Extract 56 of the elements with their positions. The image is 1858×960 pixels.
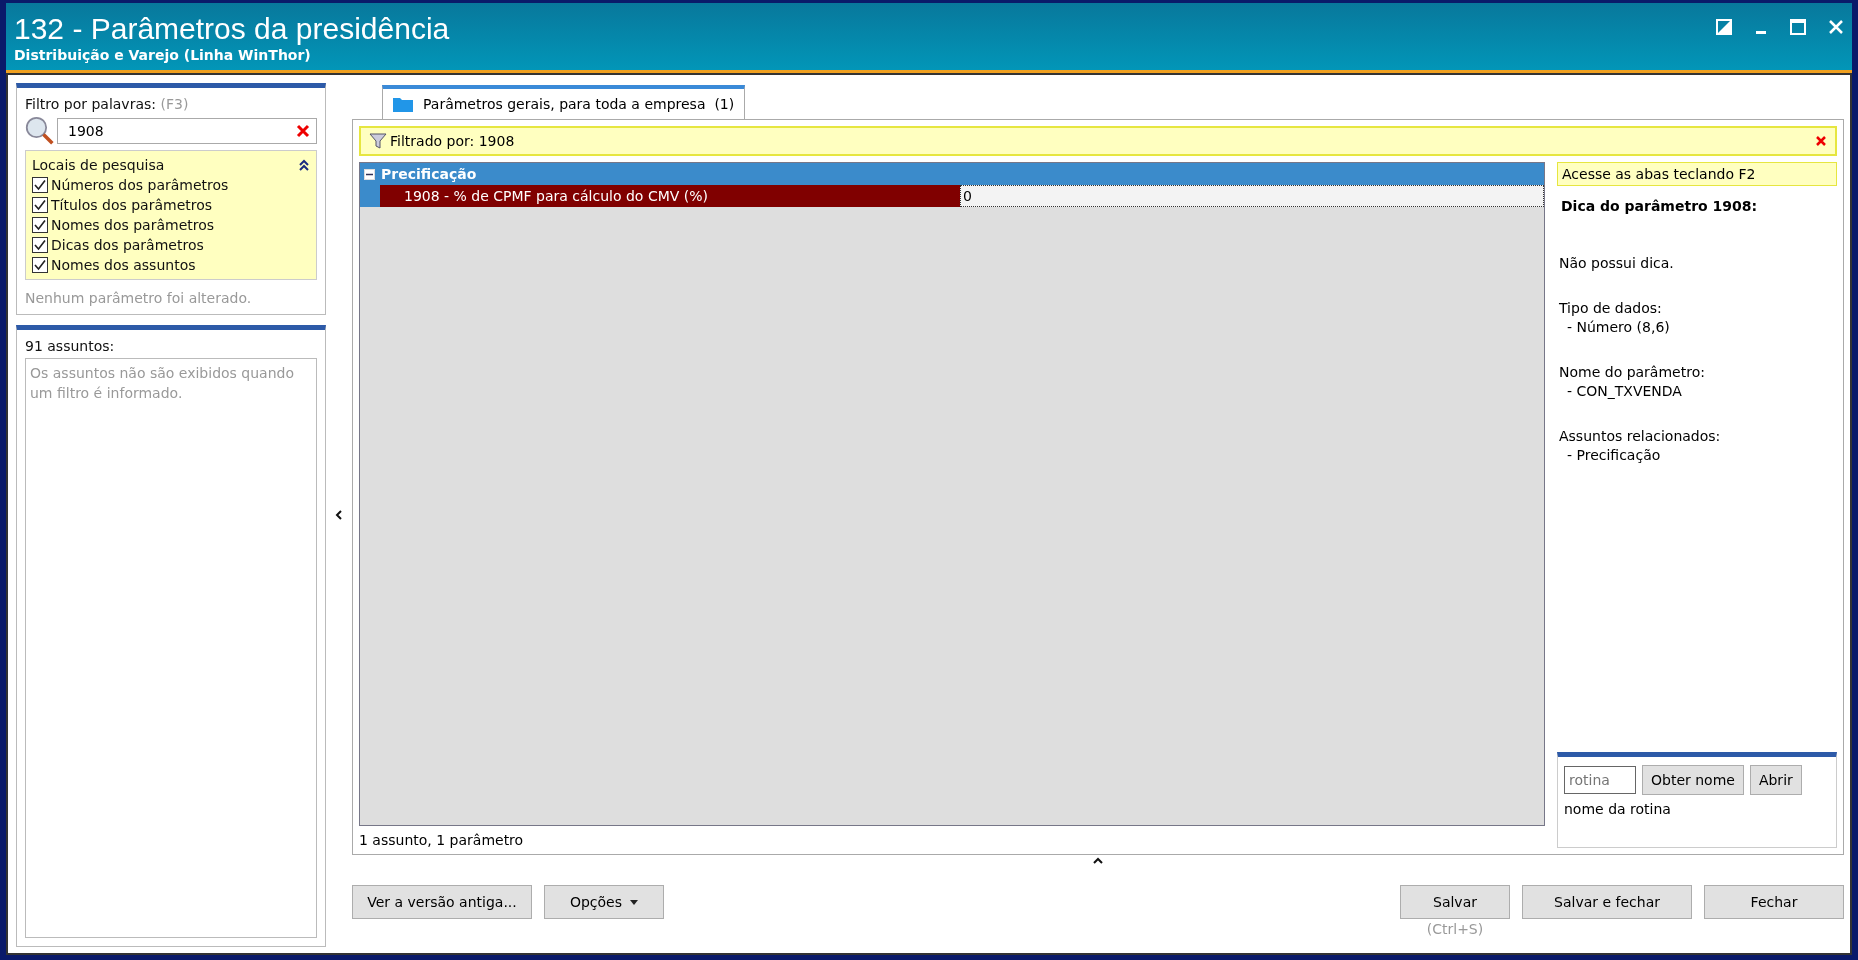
filter-bar-label: Filtrado por: 1908: [390, 133, 515, 149]
change-status: Nenhum parâmetro foi alterado.: [25, 290, 253, 306]
clear-icon[interactable]: [296, 124, 310, 138]
caret-icon: [630, 899, 639, 905]
info-label: Tipo de dados:: [1559, 299, 1663, 318]
routine-name: nome da rotina: [1564, 801, 1672, 817]
checkbox-label: Títulos dos parâmetros: [51, 197, 213, 213]
maximize-icon[interactable]: [1790, 19, 1806, 35]
action-button[interactable]: Salvar e fechar: [1522, 885, 1692, 919]
checkbox[interactable]: [32, 177, 48, 193]
search-field[interactable]: 1908: [57, 118, 317, 144]
window-subtitle: Distribuição e Varejo (Linha WinThor): [14, 47, 312, 63]
info-value: - CON_TXVENDA: [1567, 382, 1683, 401]
checkbox-label: Dicas dos parâmetros: [51, 237, 204, 253]
keyboard-hint: Acesse as abas teclando F2: [1557, 162, 1837, 186]
checkbox[interactable]: [32, 257, 48, 273]
tip-text: Não possui dica.: [1559, 254, 1675, 273]
routine-button[interactable]: Obter nome: [1642, 765, 1744, 795]
action-button[interactable]: Salvar: [1400, 885, 1510, 919]
parameter-name[interactable]: 1908 - % de CPMF para cálculo do CMV (%): [380, 185, 960, 207]
parameter-value[interactable]: 0: [960, 185, 1544, 207]
window-title: 132 - Parâmetros da presidência: [14, 11, 450, 47]
checkbox-label: Nomes dos assuntos: [51, 257, 196, 273]
checkbox[interactable]: [32, 217, 48, 233]
checkbox-label: Números dos parâmetros: [51, 177, 229, 193]
options-dropdown[interactable]: Opções: [544, 885, 664, 919]
filter-label: Filtro por palavras: (F3): [25, 96, 190, 112]
routine-button[interactable]: Abrir: [1749, 765, 1802, 795]
funnel-icon: [369, 132, 387, 150]
tab[interactable]: Parâmetros gerais, para toda a empresa (1): [382, 85, 746, 119]
search-icon: [25, 116, 55, 146]
info-label: Nome do parâmetro:: [1559, 363, 1706, 382]
tab-label: Parâmetros gerais, para toda a empresa (1): [423, 96, 735, 112]
tip-heading: Dica do parâmetro 1908:: [1561, 198, 1759, 214]
old-version-button[interactable]: Ver a versão antiga...: [352, 885, 532, 919]
subjects-count: 91 assuntos:: [25, 338, 116, 354]
routine-field[interactable]: rotina: [1564, 766, 1636, 794]
checkbox-label: Nomes dos parâmetros: [51, 217, 215, 233]
action-button[interactable]: Fechar: [1704, 885, 1844, 919]
search-locations-title: Locais de pesquisa: [32, 157, 165, 173]
shortcut-hint: (Ctrl+S): [1426, 921, 1484, 937]
info-value: - Número (8,6): [1567, 318, 1671, 337]
folder-icon: [393, 96, 413, 112]
info-label: Assuntos relacionados:: [1559, 427, 1722, 446]
clear-filter-icon[interactable]: [1815, 135, 1827, 147]
collapse-left-icon[interactable]: [335, 509, 343, 521]
subjects-message: Os assuntos não são exibidos quando um filtro é informado.: [25, 358, 317, 938]
collapse-bottom-icon[interactable]: [1092, 855, 1104, 865]
checkbox[interactable]: [32, 237, 48, 253]
checkbox[interactable]: [32, 197, 48, 213]
grid-status: 1 assunto, 1 parâmetro: [359, 832, 525, 848]
close-icon[interactable]: [1828, 19, 1844, 35]
group-header[interactable]: Precificação: [360, 163, 1544, 185]
info-value: - Precificação: [1567, 446, 1662, 465]
collapse-icon[interactable]: [298, 159, 310, 171]
restore-icon[interactable]: [1716, 19, 1732, 35]
